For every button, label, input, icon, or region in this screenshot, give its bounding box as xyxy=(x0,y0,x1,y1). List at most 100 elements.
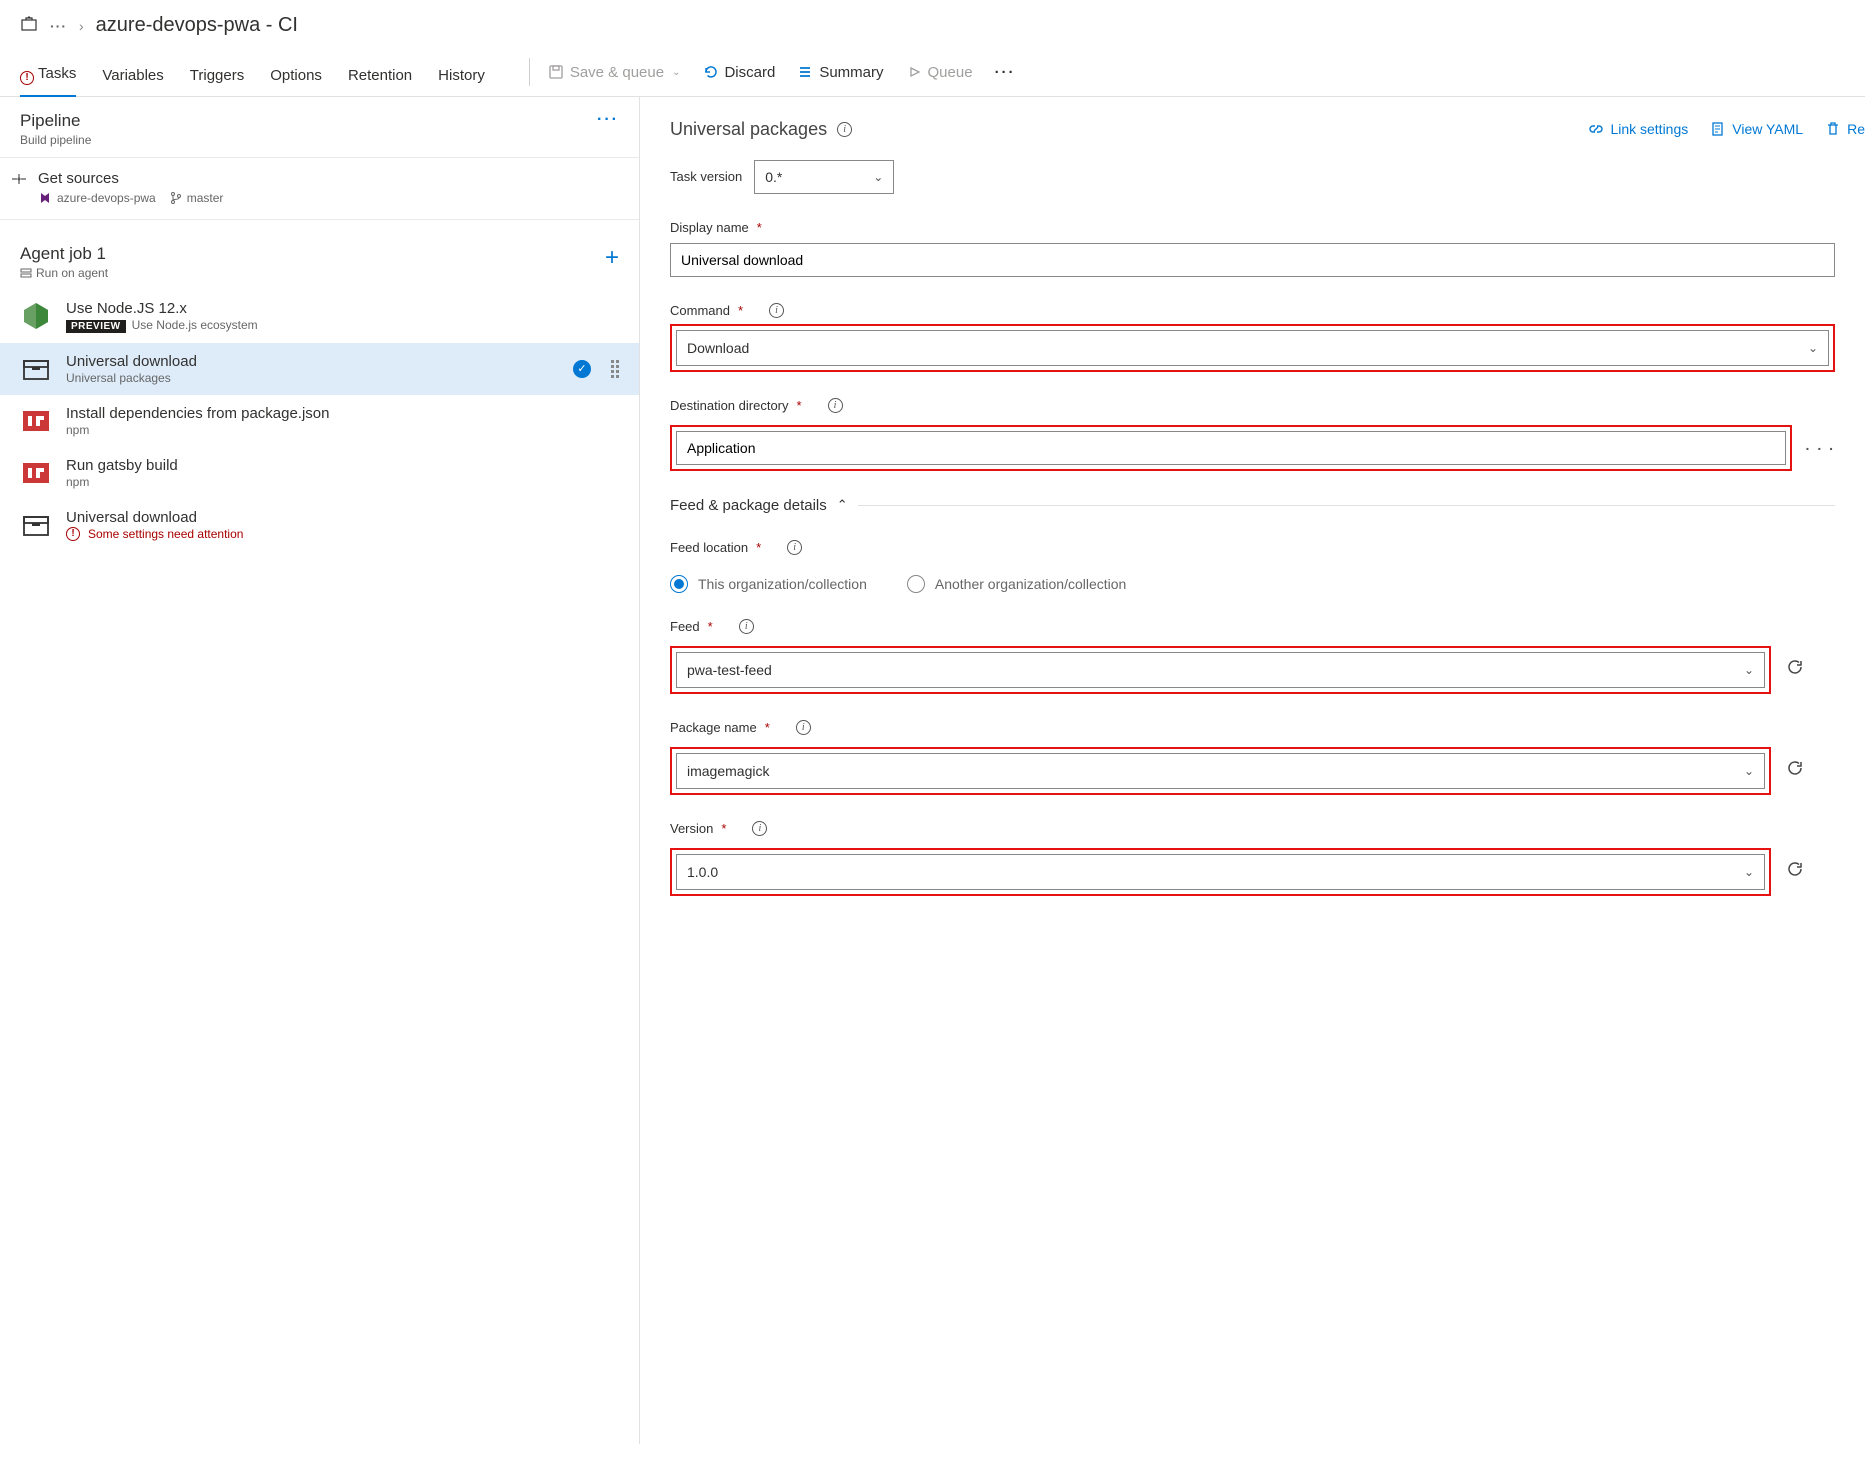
chevron-right-icon: › xyxy=(79,18,84,34)
required-indicator: * xyxy=(708,619,713,634)
task-title: Run gatsby build xyxy=(66,457,619,474)
task-version-select[interactable]: 0.* ⌄ xyxy=(754,160,894,194)
chevron-up-icon[interactable]: ⌃ xyxy=(837,497,848,513)
task-row-gatsby-build[interactable]: Run gatsby build npm xyxy=(0,447,639,499)
yaml-icon xyxy=(1710,121,1726,137)
play-icon xyxy=(906,64,922,80)
dest-label: Destination directory xyxy=(670,398,789,413)
tasks-tree-pane: Pipeline Build pipeline ··· Get sources … xyxy=(0,97,640,1444)
task-details-pane: Universal packages i Link settings View … xyxy=(640,97,1865,1444)
tab-retention[interactable]: Retention xyxy=(348,59,412,94)
save-icon xyxy=(548,64,564,80)
task-version-label: Task version xyxy=(670,169,742,184)
task-sub: Universal packages xyxy=(66,371,559,385)
agent-job-sub: Run on agent xyxy=(20,266,108,280)
radio-icon xyxy=(670,575,688,593)
info-icon[interactable]: i xyxy=(837,122,852,137)
queue-button[interactable]: Queue xyxy=(906,64,973,89)
chevron-down-icon: ⌄ xyxy=(1744,865,1754,879)
version-select[interactable]: 1.0.0 ⌄ xyxy=(676,854,1765,890)
task-sub: npm xyxy=(66,423,619,437)
refresh-button[interactable] xyxy=(1785,758,1805,778)
package-select[interactable]: imagemagick ⌄ xyxy=(676,753,1765,789)
list-icon xyxy=(797,64,813,80)
package-icon xyxy=(20,509,52,541)
npm-icon xyxy=(20,405,52,437)
get-sources-icon xyxy=(10,170,28,205)
radio-another-org[interactable]: Another organization/collection xyxy=(907,575,1126,593)
branch-icon xyxy=(170,191,182,205)
radio-icon xyxy=(907,575,925,593)
task-title: Universal download xyxy=(66,509,619,526)
display-name-label: Display name xyxy=(670,220,749,235)
pipeline-subtitle: Build pipeline xyxy=(20,133,91,147)
feed-section-title: Feed & package details xyxy=(670,497,827,514)
info-icon[interactable]: i xyxy=(752,821,767,836)
command-label: Command xyxy=(670,303,730,318)
get-sources-title: Get sources xyxy=(38,170,223,187)
package-icon xyxy=(20,353,52,385)
branch-name: master xyxy=(170,191,224,205)
task-row-nodejs[interactable]: Use Node.JS 12.x PREVIEWUse Node.js ecos… xyxy=(0,290,639,343)
preview-badge: PREVIEW xyxy=(66,320,126,333)
task-title: Use Node.JS 12.x xyxy=(66,300,619,317)
info-icon[interactable]: i xyxy=(769,303,784,318)
server-icon xyxy=(20,268,32,278)
summary-button[interactable]: Summary xyxy=(797,64,883,89)
feed-select[interactable]: pwa-test-feed ⌄ xyxy=(676,652,1765,688)
details-header: Universal packages i Link settings View … xyxy=(670,119,1865,140)
browse-button[interactable]: . . . xyxy=(1806,437,1835,453)
tab-triggers[interactable]: Triggers xyxy=(190,59,244,94)
feed-location-label: Feed location xyxy=(670,540,748,555)
required-indicator: * xyxy=(765,720,770,735)
refresh-button[interactable] xyxy=(1785,657,1805,677)
refresh-button[interactable] xyxy=(1785,859,1805,879)
task-row-install-deps[interactable]: Install dependencies from package.json n… xyxy=(0,395,639,447)
task-title: Universal download xyxy=(66,353,559,370)
undo-icon xyxy=(702,64,718,80)
drag-handle-icon[interactable] xyxy=(611,360,619,378)
divider xyxy=(858,505,1835,506)
display-name-input[interactable] xyxy=(670,243,1835,277)
info-icon[interactable]: i xyxy=(739,619,754,634)
chevron-down-icon: ⌄ xyxy=(873,170,883,184)
main-content: Pipeline Build pipeline ··· Get sources … xyxy=(0,97,1865,1444)
tab-options[interactable]: Options xyxy=(270,59,322,94)
info-icon[interactable]: i xyxy=(796,720,811,735)
remove-button[interactable]: Re xyxy=(1825,121,1865,137)
tab-history[interactable]: History xyxy=(438,59,485,94)
breadcrumb-ellipsis[interactable]: ··· xyxy=(50,18,67,34)
more-actions-button[interactable]: ··· xyxy=(995,64,1016,89)
radio-this-org[interactable]: This organization/collection xyxy=(670,575,867,593)
tab-tasks[interactable]: !Tasks xyxy=(20,57,76,97)
info-icon[interactable]: i xyxy=(787,540,802,555)
nodejs-icon xyxy=(20,300,52,332)
link-settings-button[interactable]: Link settings xyxy=(1588,121,1688,137)
task-row-universal-download-2[interactable]: Universal download ! Some settings need … xyxy=(0,499,639,551)
view-yaml-button[interactable]: View YAML xyxy=(1710,121,1803,137)
task-title: Install dependencies from package.json xyxy=(66,405,619,422)
agent-job-row[interactable]: Agent job 1 Run on agent + xyxy=(0,234,639,290)
page-title: azure-devops-pwa - CI xyxy=(96,14,298,37)
required-indicator: * xyxy=(756,540,761,555)
details-title: Universal packages xyxy=(670,119,827,140)
tab-variables[interactable]: Variables xyxy=(102,59,163,94)
pipeline-more-button[interactable]: ··· xyxy=(597,111,619,129)
agent-job-title: Agent job 1 xyxy=(20,244,108,264)
info-icon[interactable]: i xyxy=(828,398,843,413)
feed-label: Feed xyxy=(670,619,700,634)
npm-icon xyxy=(20,457,52,489)
command-select[interactable]: Download ⌄ xyxy=(676,330,1829,366)
repo-name: azure-devops-pwa xyxy=(38,191,156,205)
project-icon[interactable] xyxy=(20,14,38,37)
save-queue-button[interactable]: Save & queue ⌄ xyxy=(548,64,681,89)
task-row-universal-download[interactable]: Universal download Universal packages ✓ xyxy=(0,343,639,395)
pipeline-title: Pipeline xyxy=(20,111,91,131)
add-task-button[interactable]: + xyxy=(605,244,619,272)
get-sources-row[interactable]: Get sources azure-devops-pwa master xyxy=(0,158,639,220)
warning-icon: ! xyxy=(20,71,34,85)
discard-button[interactable]: Discard xyxy=(702,64,775,89)
pipeline-header[interactable]: Pipeline Build pipeline ··· xyxy=(0,97,639,158)
dest-input[interactable] xyxy=(676,431,1786,465)
chevron-down-icon: ⌄ xyxy=(1744,663,1754,677)
